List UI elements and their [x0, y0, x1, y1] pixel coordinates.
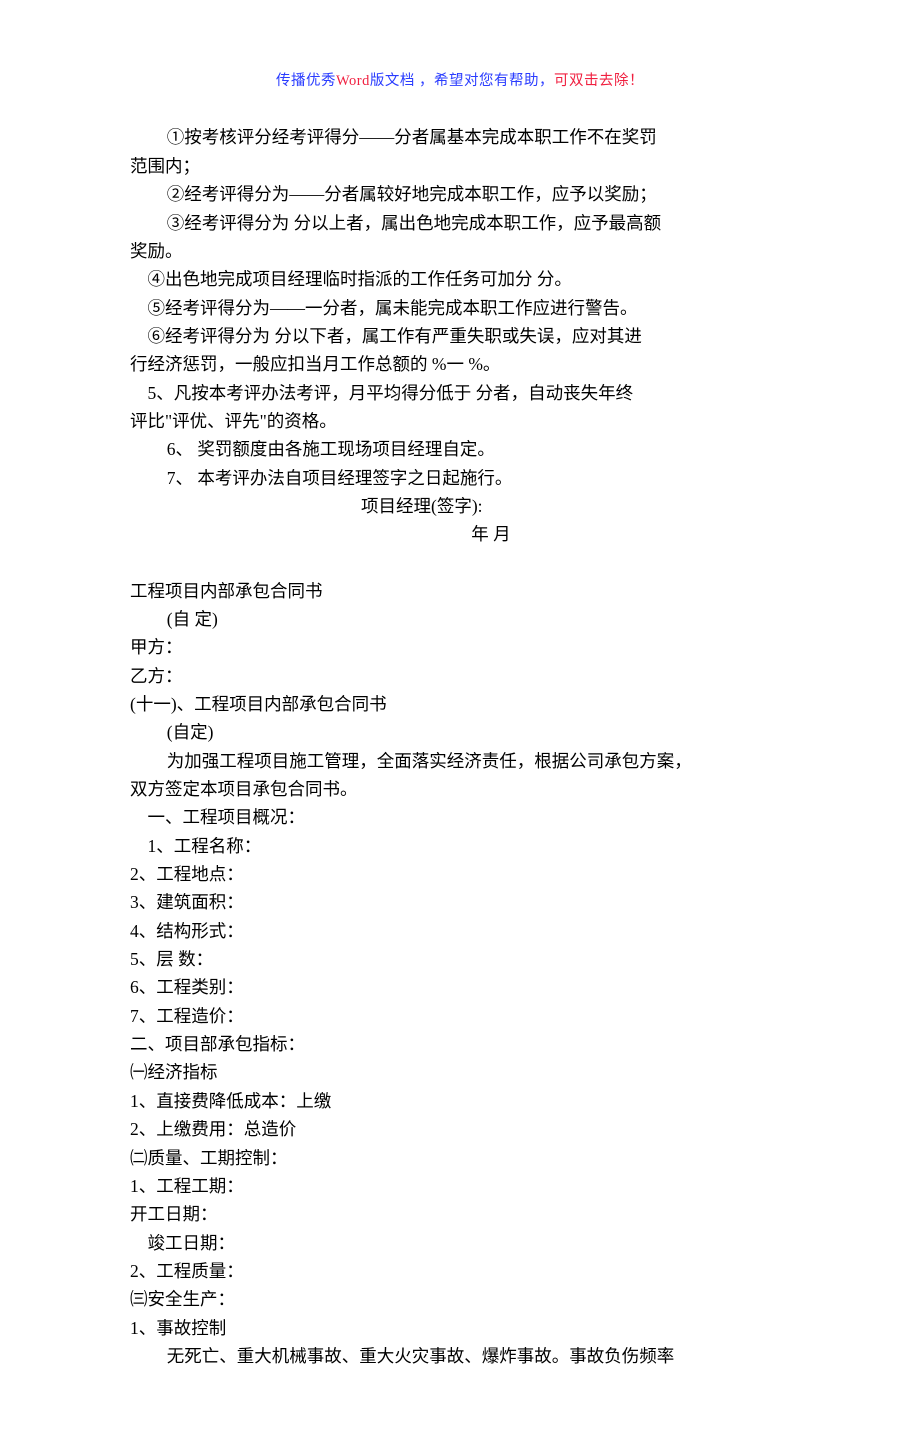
body-line: 二、项目部承包指标：: [130, 1030, 790, 1058]
body-line: (十一)、工程项目内部承包合同书: [130, 690, 790, 718]
body-line: 2、工程地点：: [130, 860, 790, 888]
signature-label: 项目经理(签字):: [130, 492, 790, 520]
body-line: 2、工程质量：: [130, 1257, 790, 1285]
header-prefix: 传播优秀: [276, 73, 336, 89]
body-line: ㈠经济指标: [130, 1058, 790, 1086]
body-line: 1、直接费降低成本：上缴: [130, 1087, 790, 1115]
blank-line: [130, 549, 790, 577]
body-line: 2、上缴费用：总造价: [130, 1115, 790, 1143]
body-line: 甲方：: [130, 633, 790, 661]
body-line: ⑤经考评得分为——一分者，属未能完成本职工作应进行警告。: [130, 294, 790, 322]
body-line: 7、工程造价：: [130, 1002, 790, 1030]
body-line: ②经考评得分为——分者属较好地完成本职工作，应予以奖励；: [130, 180, 790, 208]
body-line: (自 定): [130, 605, 790, 633]
header-suffix: 可双击去除！: [554, 73, 644, 89]
body-line: 3、建筑面积：: [130, 888, 790, 916]
body-line: 一、工程项目概况：: [130, 803, 790, 831]
body-line: 乙方：: [130, 662, 790, 690]
body-line: ④出色地完成项目经理临时指派的工作任务可加分 分。: [130, 265, 790, 293]
body-line: 4、结构形式：: [130, 917, 790, 945]
body-line: 无死亡、重大机械事故、重大火灾事故、爆炸事故。事故负伤频率: [130, 1342, 790, 1370]
body-line: 6、工程类别：: [130, 973, 790, 1001]
body-line: ⑥经考评得分为 分以下者，属工作有严重失职或失误，应对其进: [130, 322, 790, 350]
body-line: ㈢安全生产：: [130, 1285, 790, 1313]
header-mid: 版文档 ，希望对您有帮助，: [370, 73, 554, 89]
body-line: 5、凡按本考评办法考评，月平均得分低于 分者，自动丧失年终: [130, 379, 790, 407]
body-line: 行经济惩罚，一般应扣当月工作总额的 %一 %。: [130, 350, 790, 378]
body-line: 双方签定本项目承包合同书。: [130, 775, 790, 803]
body-line: (自定): [130, 718, 790, 746]
header-word: Word: [336, 73, 370, 89]
body-line: 1、工程名称：: [130, 832, 790, 860]
body-line: 1、事故控制: [130, 1314, 790, 1342]
body-line: 评比"评优、评先"的资格。: [130, 407, 790, 435]
body-line: 1、工程工期：: [130, 1172, 790, 1200]
body-line: 为加强工程项目施工管理，全面落实经济责任，根据公司承包方案，: [130, 747, 790, 775]
date-line: 年 月: [130, 520, 790, 548]
body-line: 6、 奖罚额度由各施工现场项目经理自定。: [130, 435, 790, 463]
body-line: 范围内；: [130, 152, 790, 180]
body-line: 5、层 数：: [130, 945, 790, 973]
body-line: ①按考核评分经考评得分——分者属基本完成本职工作不在奖罚: [130, 123, 790, 151]
section-title: 工程项目内部承包合同书: [130, 577, 790, 605]
body-line: 7、 本考评办法自项目经理签字之日起施行。: [130, 464, 790, 492]
body-line: 竣工日期：: [130, 1229, 790, 1257]
header-watermark: 传播优秀Word版文档 ，希望对您有帮助，可双击去除！: [130, 70, 790, 93]
body-line: 开工日期：: [130, 1200, 790, 1228]
body-line: 奖励。: [130, 237, 790, 265]
body-line: ㈡质量、工期控制：: [130, 1144, 790, 1172]
document-page: 传播优秀Word版文档 ，希望对您有帮助，可双击去除！ ①按考核评分经考评得分—…: [0, 0, 920, 1430]
body-line: ③经考评得分为 分以上者，属出色地完成本职工作，应予最高额: [130, 209, 790, 237]
